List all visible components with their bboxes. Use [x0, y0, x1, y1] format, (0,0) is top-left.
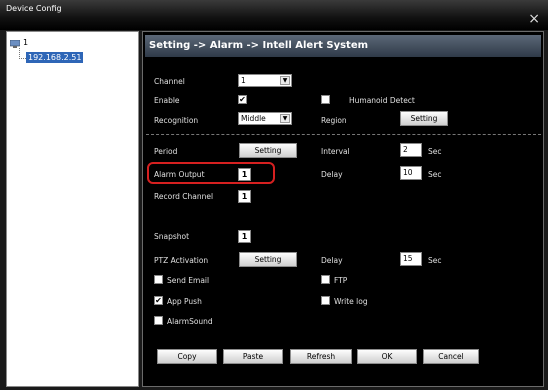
send-email-label: Send Email	[167, 276, 210, 285]
alarm-sound-label: AlarmSound	[167, 317, 213, 326]
write-log-label: Write log	[334, 297, 368, 306]
humanoid-detect-checkbox[interactable]	[321, 95, 330, 104]
region-label: Region	[321, 116, 347, 125]
period-setting-button[interactable]: Setting	[239, 143, 297, 158]
recognition-select[interactable]: Middle ▼	[238, 112, 292, 125]
window-title: Device Config	[6, 4, 62, 13]
channel-value: 1	[241, 76, 246, 85]
recognition-label: Recognition	[154, 116, 199, 125]
record-channel-box[interactable]: 1	[238, 190, 251, 203]
interval-unit: Sec	[428, 147, 442, 156]
channel-select[interactable]: 1 ▼	[238, 74, 292, 87]
ptz-delay-label: Delay	[321, 256, 343, 265]
region-setting-button[interactable]: Setting	[400, 111, 448, 126]
alarm-sound-checkbox[interactable]	[154, 316, 163, 325]
chevron-down-icon: ▼	[280, 76, 290, 85]
ptz-setting-button[interactable]: Setting	[239, 252, 297, 267]
alarm-output-label: Alarm Output	[154, 170, 205, 179]
close-icon[interactable]: ×	[528, 12, 540, 26]
interval-input[interactable]: 2	[400, 143, 422, 157]
humanoid-detect-label: Humanoid Detect	[349, 96, 415, 105]
delay-unit: Sec	[428, 170, 442, 179]
ptz-activation-label: PTZ Activation	[154, 256, 209, 265]
ftp-checkbox[interactable]	[321, 275, 330, 284]
refresh-button[interactable]: Refresh	[290, 349, 352, 364]
recognition-value: Middle	[241, 114, 266, 123]
ptz-delay-input[interactable]: 15	[400, 252, 422, 266]
tree-root-label[interactable]: 1	[23, 38, 28, 47]
delay-input[interactable]: 10	[400, 166, 422, 180]
ok-button[interactable]: OK	[357, 349, 417, 364]
chevron-down-icon: ▼	[280, 114, 290, 123]
page-title: Setting -> Alarm -> Intell Alert System	[145, 35, 541, 57]
record-channel-label: Record Channel	[154, 192, 214, 201]
snapshot-label: Snapshot	[154, 232, 190, 241]
enable-checkbox[interactable]: ✔	[238, 95, 247, 104]
cancel-button[interactable]: Cancel	[423, 349, 479, 364]
copy-button[interactable]: Copy	[157, 349, 217, 364]
alarm-output-channel-box[interactable]: 1	[238, 168, 251, 181]
app-push-label: App Push	[167, 297, 202, 306]
channel-label: Channel	[154, 77, 185, 86]
settings-panel: Setting -> Alarm -> Intell Alert System …	[142, 31, 544, 387]
ftp-label: FTP	[334, 276, 348, 285]
divider	[146, 134, 541, 135]
period-label: Period	[154, 147, 178, 156]
interval-label: Interval	[321, 147, 350, 156]
title-bar: Device Config ×	[0, 0, 548, 30]
ptz-delay-unit: Sec	[428, 256, 442, 265]
app-push-checkbox[interactable]: ✔	[154, 296, 163, 305]
computer-icon	[10, 40, 20, 48]
tree-item-device[interactable]: 192.168.2.51	[26, 52, 84, 63]
paste-button[interactable]: Paste	[223, 349, 283, 364]
write-log-checkbox[interactable]	[321, 296, 330, 305]
snapshot-channel-box[interactable]: 1	[238, 230, 251, 243]
send-email-checkbox[interactable]	[154, 275, 163, 284]
enable-label: Enable	[154, 96, 180, 105]
delay-label: Delay	[321, 170, 343, 179]
device-tree: 1 192.168.2.51	[6, 31, 139, 387]
